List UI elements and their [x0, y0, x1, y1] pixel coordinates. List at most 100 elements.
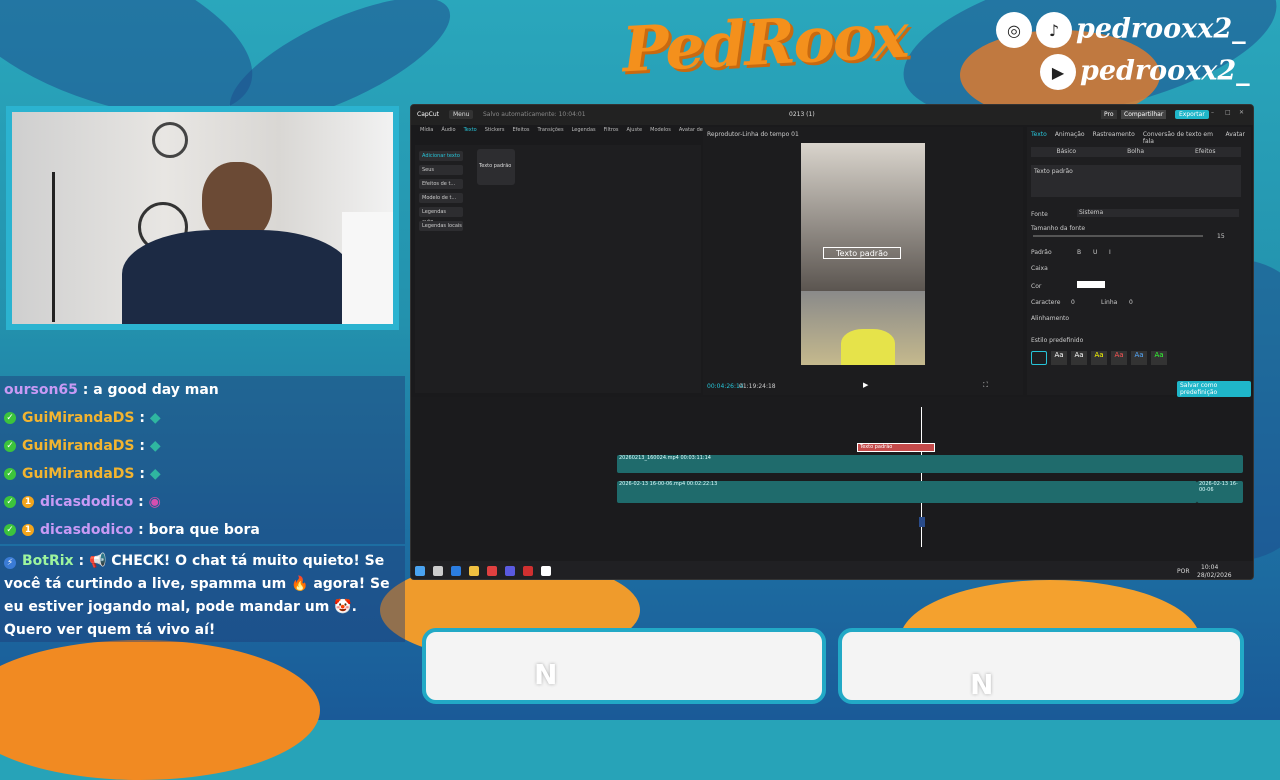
- preset-label: Estilo predefinido: [1031, 337, 1084, 344]
- bold-icon[interactable]: B: [1077, 249, 1081, 256]
- tab-animation[interactable]: Animação: [1055, 131, 1085, 145]
- tab-media[interactable]: Mídia: [417, 127, 436, 143]
- bottom-panel-right: N: [838, 628, 1244, 704]
- tab-tts[interactable]: Conversão de texto em fala: [1143, 131, 1218, 145]
- chat-panel: ourson65 : a good day man ✓ GuiMirandaDS …: [0, 376, 405, 544]
- font-label: Fonte: [1031, 211, 1048, 218]
- chat-username: GuiMirandaDS: [22, 410, 135, 426]
- tab-audio[interactable]: Áudio: [438, 127, 458, 143]
- tab-filters[interactable]: Filtros: [601, 127, 622, 143]
- pro-button[interactable]: Pro: [1101, 110, 1117, 119]
- tab-avatar[interactable]: Avatar: [1226, 131, 1245, 145]
- capcut-icon[interactable]: [541, 566, 551, 576]
- color-swatch[interactable]: [1077, 281, 1105, 288]
- tab-text-props[interactable]: Texto: [1031, 131, 1047, 145]
- video-clip[interactable]: 2026-02-13 16-00-06: [1197, 481, 1243, 503]
- video-preview[interactable]: Texto padrão: [801, 143, 925, 365]
- tab-stickers[interactable]: Stickers: [482, 127, 508, 143]
- panel-right-label: N: [970, 668, 994, 701]
- tab-templates[interactable]: Modelos: [647, 127, 674, 143]
- fullscreen-icon[interactable]: ⛶: [983, 381, 988, 390]
- tab-captions[interactable]: Legendas: [569, 127, 599, 143]
- tab-adjust[interactable]: Ajuste: [624, 127, 646, 143]
- caption-overlay[interactable]: Texto padrão: [823, 247, 901, 259]
- edge-icon[interactable]: [451, 566, 461, 576]
- chat-username: ourson65: [4, 382, 78, 398]
- wall-fan-icon: [152, 122, 188, 158]
- verified-badge-icon: ✓: [4, 468, 16, 480]
- subtab-effects[interactable]: Efeitos: [1195, 147, 1215, 157]
- pattern-label: Padrão: [1031, 249, 1052, 256]
- verified-badge-icon: ✓: [4, 524, 16, 536]
- preset-style[interactable]: Aa: [1091, 351, 1107, 365]
- chat-username: dicasdodico: [40, 494, 134, 510]
- tool-tabs: Mídia Áudio Texto Stickers Efeitos Trans…: [417, 127, 709, 143]
- folder-icon[interactable]: [469, 566, 479, 576]
- line-spacing-label: Linha: [1101, 299, 1118, 306]
- tab-effects[interactable]: Efeitos: [509, 127, 532, 143]
- char-spacing-value[interactable]: 0: [1071, 299, 1075, 306]
- tray-time[interactable]: 10:04: [1201, 564, 1218, 571]
- char-spacing-label: Caractere: [1031, 299, 1061, 306]
- no-style-icon[interactable]: [1031, 351, 1047, 365]
- side-item-text-templates[interactable]: Modelo de t...: [419, 193, 463, 203]
- discord-icon[interactable]: [505, 566, 515, 576]
- preset-style[interactable]: Aa: [1051, 351, 1067, 365]
- preset-style[interactable]: Aa: [1151, 351, 1167, 365]
- tab-tracking[interactable]: Rastreamento: [1093, 131, 1135, 145]
- side-item-text-effects[interactable]: Efeitos de t...: [419, 179, 463, 189]
- tab-transitions[interactable]: Transições: [534, 127, 566, 143]
- project-title: 0213 (1): [789, 111, 815, 118]
- tab-text[interactable]: Texto: [461, 127, 480, 143]
- chat-username: GuiMirandaDS: [22, 466, 135, 482]
- chat-text: : a good day man: [82, 382, 219, 398]
- video-clip[interactable]: 2026-02-13 16-00-06.mp4 00:02:22:13: [617, 481, 1197, 503]
- start-icon[interactable]: [415, 566, 425, 576]
- preset-style[interactable]: Aa: [1071, 351, 1087, 365]
- emote-icon: ◆: [149, 438, 161, 454]
- panel-left-label: N: [534, 658, 558, 691]
- underline-icon[interactable]: U: [1093, 249, 1097, 256]
- play-icon[interactable]: ▶: [863, 381, 868, 389]
- gym-scene: [801, 143, 925, 291]
- preset-style[interactable]: Aa: [1131, 351, 1147, 365]
- tripod: [52, 172, 82, 322]
- subtab-bubble[interactable]: Bolha: [1127, 147, 1144, 157]
- chat-text: :: [139, 466, 145, 482]
- share-button[interactable]: Compartilhar: [1121, 110, 1167, 119]
- italic-icon[interactable]: I: [1109, 249, 1111, 256]
- subtab-basic[interactable]: Básico: [1057, 147, 1077, 157]
- side-item-local-captions[interactable]: Legendas locais: [419, 221, 463, 231]
- title-bar: CapCut Menu Salvo automaticamente: 10:04…: [411, 105, 1253, 125]
- total-time: 01:19:24:18: [739, 383, 776, 390]
- menu-button[interactable]: Menu: [449, 110, 474, 119]
- text-clip[interactable]: Texto padrão: [857, 443, 935, 452]
- chat-message: ourson65 : a good day man: [0, 376, 405, 404]
- audio-clip[interactable]: [919, 517, 925, 527]
- obs-icon[interactable]: [523, 566, 533, 576]
- verified-badge-icon: ✓: [4, 496, 16, 508]
- export-button[interactable]: Exportar: [1175, 110, 1209, 119]
- chat-text: :: [138, 494, 144, 510]
- channel-logo: PedRoox: [620, 0, 909, 87]
- font-select[interactable]: Sistema: [1077, 209, 1239, 217]
- default-text-card[interactable]: Texto padrão: [477, 149, 515, 185]
- add-text-button[interactable]: Adicionar texto: [419, 151, 463, 161]
- close-icon[interactable]: ✕: [1239, 109, 1244, 116]
- brave-icon[interactable]: [487, 566, 497, 576]
- minimize-icon[interactable]: –: [1211, 109, 1214, 116]
- font-size-value[interactable]: 15: [1217, 233, 1225, 240]
- preset-style[interactable]: Aa: [1111, 351, 1127, 365]
- search-icon[interactable]: [433, 566, 443, 576]
- side-item-auto-captions[interactable]: Legendas auto...: [419, 207, 463, 225]
- line-spacing-value[interactable]: 0: [1129, 299, 1133, 306]
- video-clip[interactable]: 20260213_160024.mp4 00:03:11:14: [617, 455, 1243, 473]
- text-content-input[interactable]: Texto padrão: [1031, 165, 1241, 197]
- maximize-icon[interactable]: □: [1225, 109, 1231, 116]
- side-item-yours[interactable]: Seus: [419, 165, 463, 175]
- font-size-slider[interactable]: [1033, 235, 1203, 237]
- tray-date[interactable]: 28/02/2026: [1197, 572, 1232, 579]
- chat-message: ✓ 1 dicasdodico : ◉: [0, 488, 405, 516]
- tray-language[interactable]: POR: [1177, 568, 1190, 575]
- save-preset-button[interactable]: Salvar como predefinição: [1177, 381, 1251, 397]
